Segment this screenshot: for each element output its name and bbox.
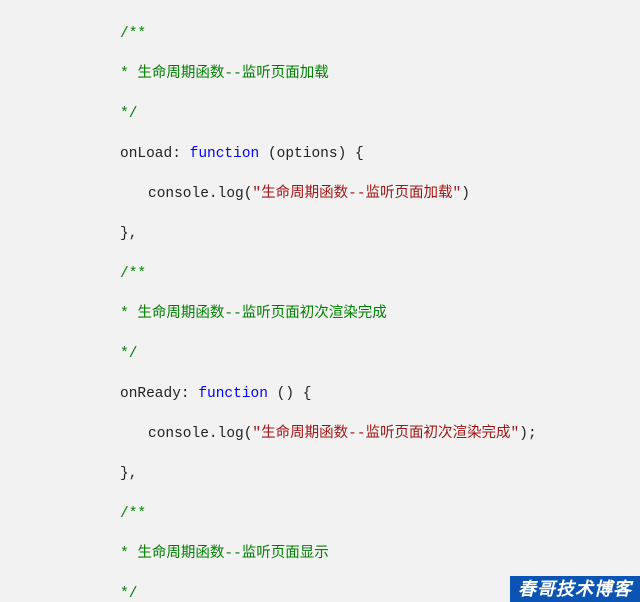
fn-params: options: [277, 146, 338, 162]
console-log: console.log: [148, 186, 244, 202]
block-close: },: [120, 226, 137, 242]
comment-close: */: [120, 586, 137, 602]
block-close: },: [120, 466, 137, 482]
fn-name: onLoad: [120, 146, 172, 162]
comment-desc: * 生命周期函数--监听页面加载: [120, 66, 329, 82]
comment-open: /**: [120, 266, 146, 282]
comment-desc: * 生命周期函数--监听页面初次渲染完成: [120, 306, 387, 322]
comment-desc: * 生命周期函数--监听页面显示: [120, 546, 329, 562]
code-block: /** * 生命周期函数--监听页面加载 */ onLoad: function…: [0, 0, 640, 602]
comment-close: */: [120, 346, 137, 362]
comment-open: /**: [120, 506, 146, 522]
console-log: console.log: [148, 426, 244, 442]
function-kw: function: [190, 146, 260, 162]
log-string: "生命周期函数--监听页面初次渲染完成": [252, 426, 519, 442]
fn-name: onReady: [120, 386, 181, 402]
watermark-badge: 春哥技术博客: [510, 576, 640, 602]
log-string: "生命周期函数--监听页面加载": [252, 186, 461, 202]
function-kw: function: [198, 386, 268, 402]
comment-open: /**: [120, 26, 146, 42]
comment-close: */: [120, 106, 137, 122]
